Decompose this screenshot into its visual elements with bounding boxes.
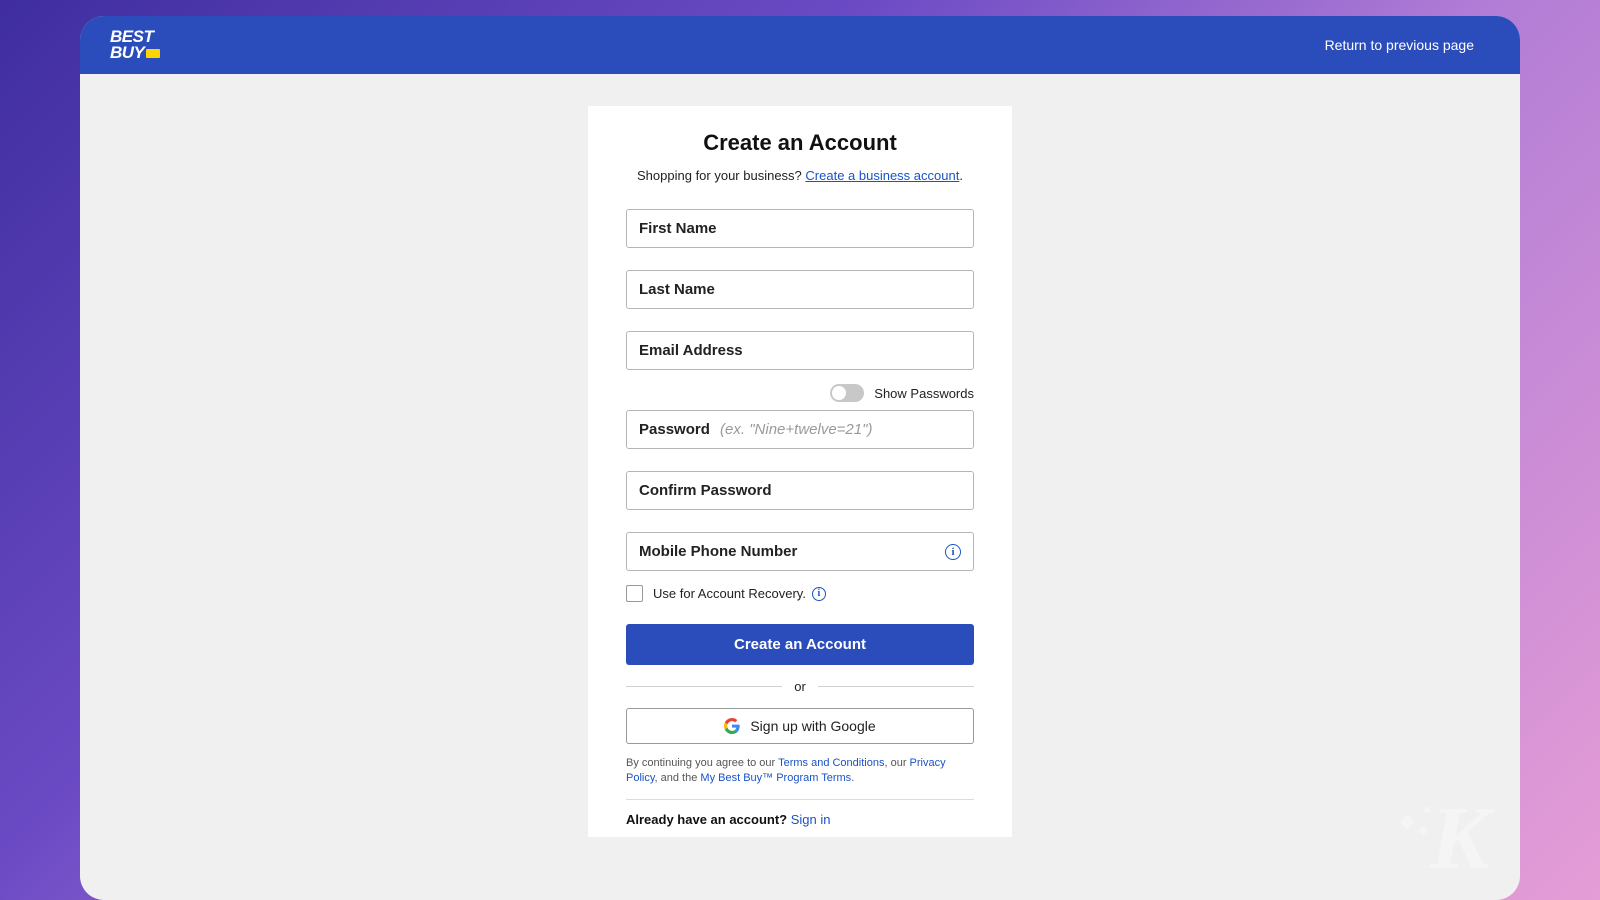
divider-line xyxy=(818,686,974,687)
google-icon xyxy=(724,718,740,734)
bestbuy-logo: BEST BUY xyxy=(110,29,160,61)
subtitle-prefix: Shopping for your business? xyxy=(637,168,805,183)
or-label: or xyxy=(794,679,806,694)
confirm-password-label: Confirm Password xyxy=(639,482,772,499)
google-button-label: Sign up with Google xyxy=(750,718,875,734)
already-have-account: Already have an account? Sign in xyxy=(626,812,974,827)
show-passwords-label: Show Passwords xyxy=(874,386,974,401)
recovery-label: Use for Account Recovery. xyxy=(653,586,806,601)
subtitle-suffix: . xyxy=(959,168,963,183)
last-name-field[interactable]: Last Name xyxy=(626,270,974,309)
sign-in-link[interactable]: Sign in xyxy=(791,812,831,827)
program-terms-link[interactable]: My Best Buy™ Program Terms xyxy=(700,772,851,784)
first-name-field[interactable]: First Name xyxy=(626,209,974,248)
last-name-label: Last Name xyxy=(639,281,715,298)
email-label: Email Address xyxy=(639,342,743,359)
subtitle: Shopping for your business? Create a bus… xyxy=(626,168,974,183)
return-link[interactable]: Return to previous page xyxy=(1325,37,1474,53)
google-signup-button[interactable]: Sign up with Google xyxy=(626,708,974,744)
main-area: Create an Account Shopping for your busi… xyxy=(80,74,1520,837)
password-hint: (ex. "Nine+twelve=21") xyxy=(720,421,872,438)
business-account-link[interactable]: Create a business account xyxy=(805,168,959,183)
logo-tag-icon xyxy=(146,49,160,58)
info-icon[interactable]: i xyxy=(812,587,826,601)
divider-line xyxy=(626,686,782,687)
logo-line2: BUY xyxy=(110,45,160,61)
mobile-phone-label: Mobile Phone Number xyxy=(639,543,797,560)
mobile-phone-field[interactable]: Mobile Phone Number i xyxy=(626,532,974,571)
info-icon[interactable]: i xyxy=(945,544,961,560)
show-passwords-row: Show Passwords xyxy=(626,384,974,402)
password-label: Password xyxy=(639,421,710,438)
page-title: Create an Account xyxy=(626,130,974,156)
email-field[interactable]: Email Address xyxy=(626,331,974,370)
header: BEST BUY Return to previous page xyxy=(80,16,1520,74)
confirm-password-field[interactable]: Confirm Password xyxy=(626,471,974,510)
create-account-button[interactable]: Create an Account xyxy=(626,624,974,665)
or-divider: or xyxy=(626,679,974,694)
separator xyxy=(626,799,974,800)
already-text: Already have an account? xyxy=(626,812,791,827)
app-window: BEST BUY Return to previous page Create … xyxy=(80,16,1520,900)
recovery-label-wrap: Use for Account Recovery. i xyxy=(653,586,826,601)
recovery-checkbox[interactable] xyxy=(626,585,643,602)
recovery-row: Use for Account Recovery. i xyxy=(626,585,974,602)
first-name-label: First Name xyxy=(639,220,717,237)
fineprint: By continuing you agree to our Terms and… xyxy=(626,756,974,787)
signup-card: Create an Account Shopping for your busi… xyxy=(588,106,1012,837)
password-field[interactable]: Password (ex. "Nine+twelve=21") xyxy=(626,410,974,449)
show-passwords-toggle[interactable] xyxy=(830,384,864,402)
terms-link[interactable]: Terms and Conditions xyxy=(778,757,884,769)
